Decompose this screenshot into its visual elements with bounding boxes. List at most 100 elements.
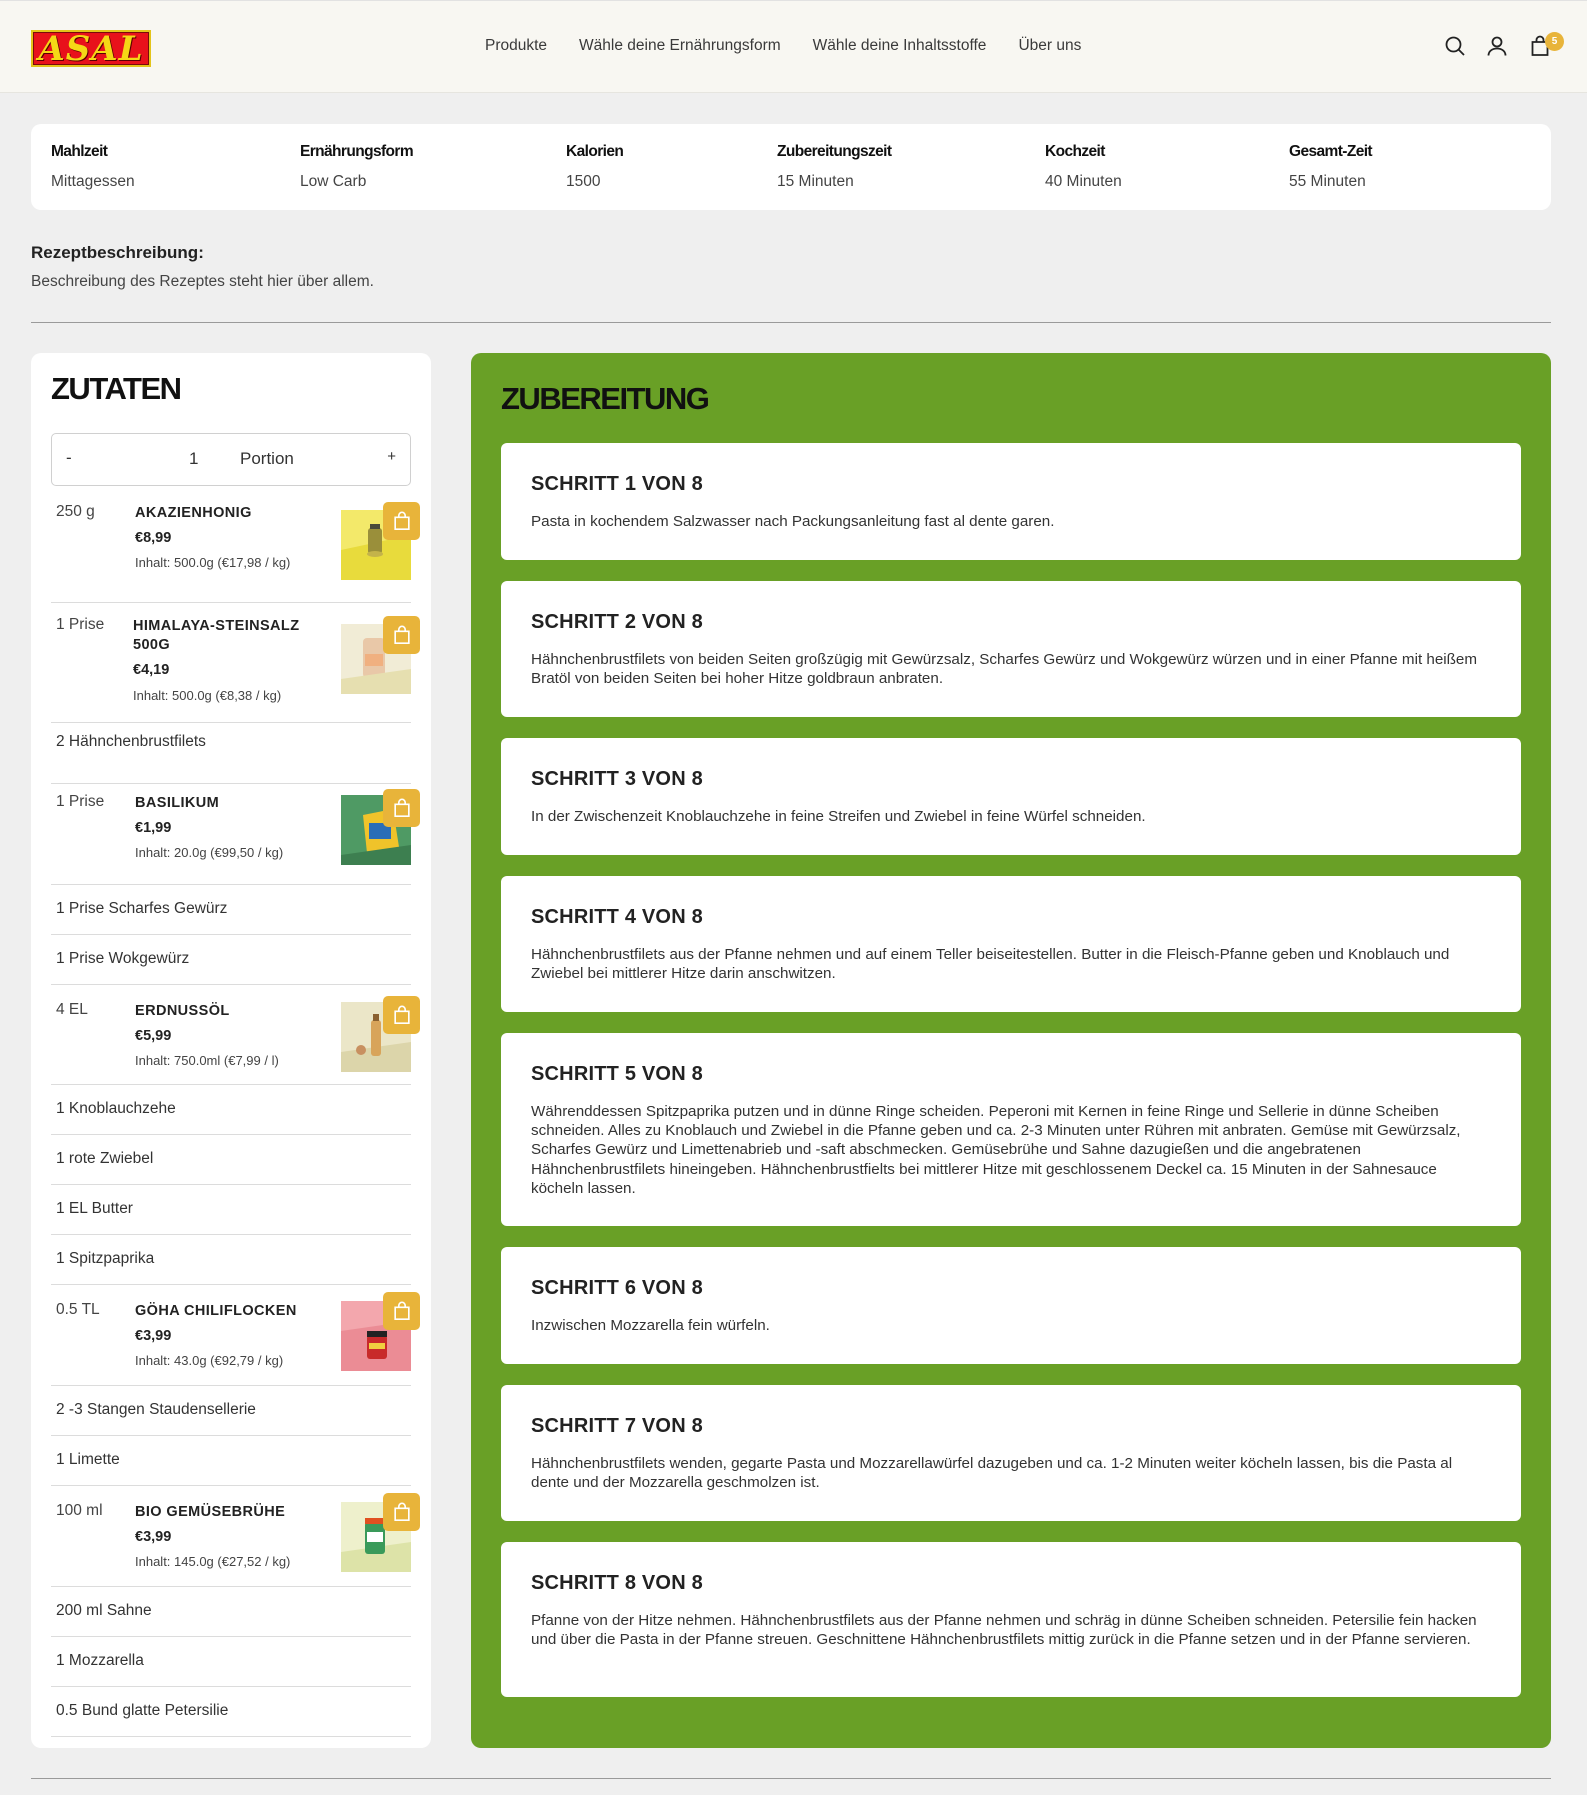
step-title: SCHRITT 5 VON 8 (531, 1063, 703, 1085)
description-title: Rezeptbeschreibung: (31, 243, 204, 262)
ingredient-item: 1 Knoblauchzehe (51, 1085, 411, 1135)
ingredient-amount: 4 EL (56, 1001, 88, 1018)
ingredient-product: 100 ml BIO GEMÜSEBRÜHE €3,99 Inhalt: 145… (51, 1486, 420, 1587)
ingredient-item: 2 -3 Stangen Staudensellerie (51, 1386, 411, 1436)
ingredient-name[interactable]: HIMALAYA-STEINSALZ 500G (133, 617, 313, 655)
ingredient-content: Inhalt: 500.0g (€8,38 / kg) (133, 688, 282, 703)
info-label: Ernährungsform (300, 143, 414, 160)
info-value: 40 Minuten (1045, 173, 1122, 190)
info-label: Kochzeit (1045, 143, 1105, 160)
ingredient-content: Inhalt: 20.0g (€99,50 / kg) (135, 845, 284, 860)
ingredient-item: 200 ml Sahne (51, 1587, 411, 1637)
ingredients-title: ZUTATEN (51, 371, 182, 406)
ingredient-price: €8,99 (135, 530, 172, 546)
description-text: Beschreibung des Rezeptes steht hier übe… (31, 273, 374, 290)
step-title: SCHRITT 7 VON 8 (531, 1415, 703, 1437)
search-icon[interactable] (1444, 35, 1466, 57)
step-text: Währenddessen Spitzpaprika putzen und in… (531, 1103, 1461, 1197)
preparation-title: ZUBEREITUNG (501, 381, 710, 416)
divider (31, 1778, 1551, 1779)
ingredient-amount: 250 g (56, 503, 95, 520)
add-to-cart-button[interactable] (383, 1493, 420, 1531)
cart-count-badge: 5 (1545, 32, 1564, 51)
info-value: 55 Minuten (1289, 173, 1366, 190)
nav-inhaltsstoffe[interactable]: Wähle deine Inhaltsstoffe (813, 37, 987, 55)
info-ernaehrungsform: Ernährungsform Low Carb (300, 143, 414, 191)
step-card: SCHRITT 7 VON 8 Hähnchenbrustfilets wend… (501, 1385, 1521, 1521)
step-card: SCHRITT 3 VON 8 In der Zwischenzeit Knob… (501, 738, 1521, 855)
ingredient-amount: 0.5 TL (56, 1301, 100, 1318)
ingredient-name[interactable]: GÖHA CHILIFLOCKEN (135, 1302, 315, 1321)
info-kalorien: Kalorien 1500 (566, 143, 624, 191)
ingredient-name[interactable]: BASILIKUM (135, 794, 315, 813)
step-card: SCHRITT 8 VON 8 Pfanne von der Hitze neh… (501, 1542, 1521, 1697)
ingredient-content: Inhalt: 750.0ml (€7,99 / l) (135, 1053, 279, 1068)
bag-icon (393, 1005, 410, 1024)
info-label: Mahlzeit (51, 143, 108, 160)
ingredient-name[interactable]: ERDNUSSÖL (135, 1002, 315, 1021)
add-to-cart-button[interactable] (383, 789, 420, 827)
ingredient-item: 1 rote Zwiebel (51, 1135, 411, 1185)
step-title: SCHRITT 2 VON 8 (531, 611, 703, 633)
info-gesamtzeit: Gesamt-Zeit 55 Minuten (1289, 143, 1373, 191)
step-text: Hähnchenbrustfilets von beiden Seiten gr… (531, 651, 1478, 688)
logo-text: ASAL (38, 28, 144, 69)
portion-quantity[interactable]: 1 (189, 449, 198, 469)
ingredient-price: €5,99 (135, 1028, 172, 1044)
nav-produkte[interactable]: Produkte (485, 37, 547, 55)
ingredient-amount: 1 Prise (56, 793, 105, 810)
ingredient-item: 1 Mozzarella (51, 1637, 411, 1687)
step-title: SCHRITT 1 VON 8 (531, 473, 703, 495)
add-to-cart-button[interactable] (383, 502, 420, 540)
ingredient-price: €3,99 (135, 1328, 172, 1344)
ingredient-item: 1 EL Butter (51, 1185, 411, 1235)
step-card: SCHRITT 2 VON 8 Hähnchenbrustfilets von … (501, 581, 1521, 717)
ingredient-amount: 100 ml (56, 1502, 103, 1519)
step-title: SCHRITT 3 VON 8 (531, 768, 703, 790)
main-nav: Produkte Wähle deine Ernährungsform Wähl… (485, 37, 1081, 55)
ingredient-item: 1 Spitzpaprika (51, 1235, 411, 1285)
step-card: SCHRITT 5 VON 8 Währenddessen Spitzpapri… (501, 1033, 1521, 1226)
bag-icon (393, 1502, 410, 1521)
add-to-cart-button[interactable] (383, 1292, 420, 1330)
ingredient-price: €4,19 (133, 662, 170, 678)
nav-ueber-uns[interactable]: Über uns (1018, 37, 1081, 55)
ingredient-name[interactable]: AKAZIENHONIG (135, 504, 315, 523)
step-title: SCHRITT 6 VON 8 (531, 1277, 703, 1299)
ingredient-product: 1 Prise HIMALAYA-STEINSALZ 500G €4,19 In… (51, 616, 420, 723)
ingredient-content: Inhalt: 145.0g (€27,52 / kg) (135, 1554, 291, 1569)
step-text: Hähnchenbrustfilets wenden, gegarte Past… (531, 1455, 1453, 1492)
step-title: SCHRITT 4 VON 8 (531, 906, 703, 928)
info-label: Kalorien (566, 143, 624, 160)
portion-increase-button[interactable]: + (387, 448, 396, 465)
step-text: Inzwischen Mozzarella fein würfeln. (531, 1317, 770, 1334)
add-to-cart-button[interactable] (383, 996, 420, 1034)
portion-decrease-button[interactable]: - (66, 448, 72, 468)
step-text: Pfanne von der Hitze nehmen. Hähnchenbru… (531, 1612, 1477, 1649)
bag-icon (393, 1301, 410, 1320)
ingredient-product: 4 EL ERDNUSSÖL €5,99 Inhalt: 750.0ml (€7… (51, 985, 420, 1085)
info-zubereitungszeit: Zubereitungszeit 15 Minuten (777, 143, 892, 191)
ingredient-item: 2 Hähnchenbrustfilets (51, 733, 411, 784)
bag-icon (393, 798, 410, 817)
account-icon[interactable] (1486, 35, 1508, 57)
step-card: SCHRITT 1 VON 8 Pasta in kochendem Salzw… (501, 443, 1521, 560)
portion-unit: Portion (240, 449, 294, 468)
nav-ernaehrungsform[interactable]: Wähle deine Ernährungsform (579, 37, 781, 55)
bag-icon (393, 511, 410, 530)
step-card: SCHRITT 6 VON 8 Inzwischen Mozzarella fe… (501, 1247, 1521, 1364)
ingredient-item: 1 Prise Scharfes Gewürz (51, 885, 411, 935)
divider (31, 322, 1551, 323)
portion-stepper: - 1 Portion + (51, 433, 411, 486)
info-value: 1500 (566, 173, 601, 190)
step-text: Hähnchenbrustfilets aus der Pfanne nehme… (531, 946, 1450, 983)
ingredient-name[interactable]: BIO GEMÜSEBRÜHE (135, 1503, 315, 1522)
add-to-cart-button[interactable] (383, 616, 420, 654)
info-value: Low Carb (300, 173, 367, 190)
ingredient-item: 0.5 Bund glatte Petersilie (51, 1687, 411, 1737)
ingredient-product: 0.5 TL GÖHA CHILIFLOCKEN €3,99 Inhalt: 4… (51, 1285, 420, 1386)
ingredient-price: €3,99 (135, 1529, 172, 1545)
logo[interactable]: ASAL (31, 30, 151, 67)
step-text: In der Zwischenzeit Knoblauchzehe in fei… (531, 808, 1146, 825)
ingredient-content: Inhalt: 500.0g (€17,98 / kg) (135, 555, 291, 570)
